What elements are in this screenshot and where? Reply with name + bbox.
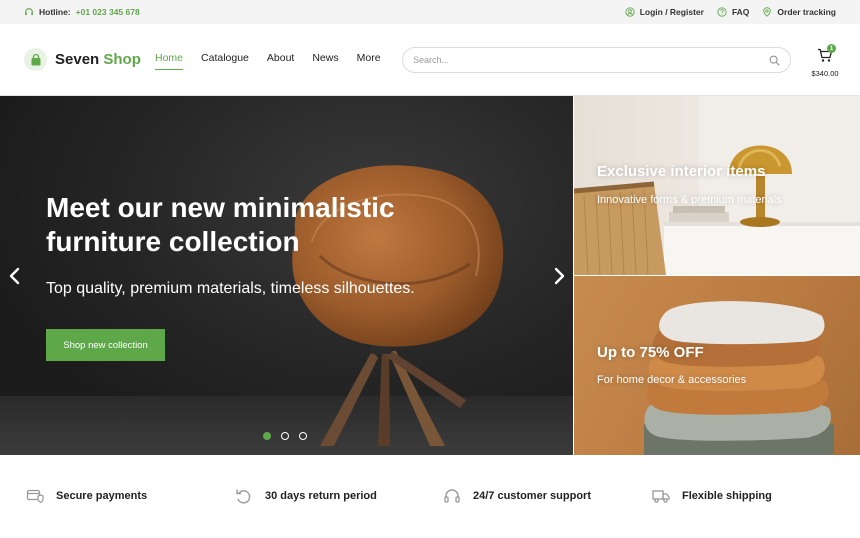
order-tracking-link[interactable]: Order tracking	[762, 7, 836, 17]
nav-catalogue[interactable]: Catalogue	[201, 52, 249, 70]
feature-flexible-shipping: Flexible shipping	[652, 487, 772, 505]
promo-interior-title: Exclusive interior items	[597, 163, 766, 180]
question-icon	[717, 7, 727, 17]
header: Seven Shop Home Catalogue About News Mor…	[0, 24, 860, 96]
location-pin-icon	[763, 7, 772, 17]
cart-count-badge: 1	[827, 44, 836, 53]
slider-dot-1[interactable]	[263, 432, 271, 440]
slider-prev-arrow-icon[interactable]	[7, 266, 23, 286]
headset-icon	[444, 489, 460, 503]
hero-subtitle: Top quality, premium materials, timeless…	[46, 280, 415, 297]
promo-sale-title: Up to 75% OFF	[597, 344, 704, 361]
nav-home[interactable]: Home	[155, 52, 184, 70]
top-links: Login / Register FAQ Order tracking	[625, 0, 836, 24]
login-register-link[interactable]: Login / Register	[625, 7, 704, 17]
logo-text: Seven Shop	[55, 51, 141, 68]
logo-accent: Shop	[103, 51, 141, 68]
cart-button[interactable]: 1 $340.00	[808, 44, 842, 80]
hero-title: Meet our new minimalistic furniture coll…	[46, 192, 395, 257]
logo-primary: Seven	[55, 51, 100, 68]
feature-return-period-label: 30 days return period	[265, 490, 377, 502]
feature-secure-payments-label: Secure payments	[56, 490, 148, 502]
slider-dot-2[interactable]	[281, 432, 289, 440]
search-input[interactable]	[413, 55, 769, 65]
pillows-image	[644, 301, 834, 455]
shopping-bag-icon	[24, 48, 47, 71]
feature-customer-support-label: 24/7 customer support	[473, 490, 591, 502]
feature-secure-payments: Secure payments	[26, 487, 147, 505]
feature-flexible-shipping-label: Flexible shipping	[682, 490, 772, 502]
promo-banner-sale[interactable]: Up to 75% OFF For home decor & accessori…	[574, 276, 860, 455]
user-circle-icon	[625, 7, 635, 17]
feature-return-period: 30 days return period	[235, 487, 377, 505]
feature-customer-support: 24/7 customer support	[443, 487, 591, 505]
headset-icon	[25, 8, 33, 16]
slider-dot-3[interactable]	[299, 432, 307, 440]
hotline-label: Hotline:	[39, 7, 71, 17]
nav-about[interactable]: About	[267, 52, 294, 70]
order-tracking-label: Order tracking	[777, 7, 836, 17]
nav-more[interactable]: More	[357, 52, 381, 70]
slider-next-arrow-icon[interactable]	[551, 266, 567, 286]
hotline: Hotline: +01 023 345 678	[24, 0, 140, 24]
logo[interactable]: Seven Shop	[24, 48, 141, 71]
login-register-label: Login / Register	[639, 7, 704, 17]
faq-link[interactable]: FAQ	[717, 7, 749, 17]
slider-dots	[263, 432, 307, 440]
faq-label: FAQ	[731, 7, 750, 17]
top-bar: Hotline: +01 023 345 678 Login / Registe…	[0, 0, 860, 24]
search-box	[402, 47, 791, 73]
return-arrow-icon	[236, 489, 251, 504]
cart-total: $340.00	[811, 69, 839, 78]
promo-interior-subtitle: Innovative forms & premium materials	[597, 194, 782, 206]
nav-news[interactable]: News	[312, 52, 338, 70]
main-nav: Home Catalogue About News More	[155, 52, 381, 70]
search-icon[interactable]	[769, 55, 780, 66]
interior-image	[574, 96, 860, 275]
card-shield-icon	[26, 489, 44, 504]
shop-new-collection-button[interactable]: Shop new collection	[46, 329, 165, 361]
promo-sale-subtitle: For home decor & accessories	[597, 374, 747, 386]
hotline-number[interactable]: +01 023 345 678	[76, 7, 140, 17]
hero-slider: Meet our new minimalistic furniture coll…	[0, 96, 573, 455]
truck-icon	[652, 490, 670, 503]
features-bar: Secure payments 30 days return period 24…	[0, 456, 860, 538]
promo-banner-interior[interactable]: Exclusive interior items Innovative form…	[574, 96, 860, 275]
